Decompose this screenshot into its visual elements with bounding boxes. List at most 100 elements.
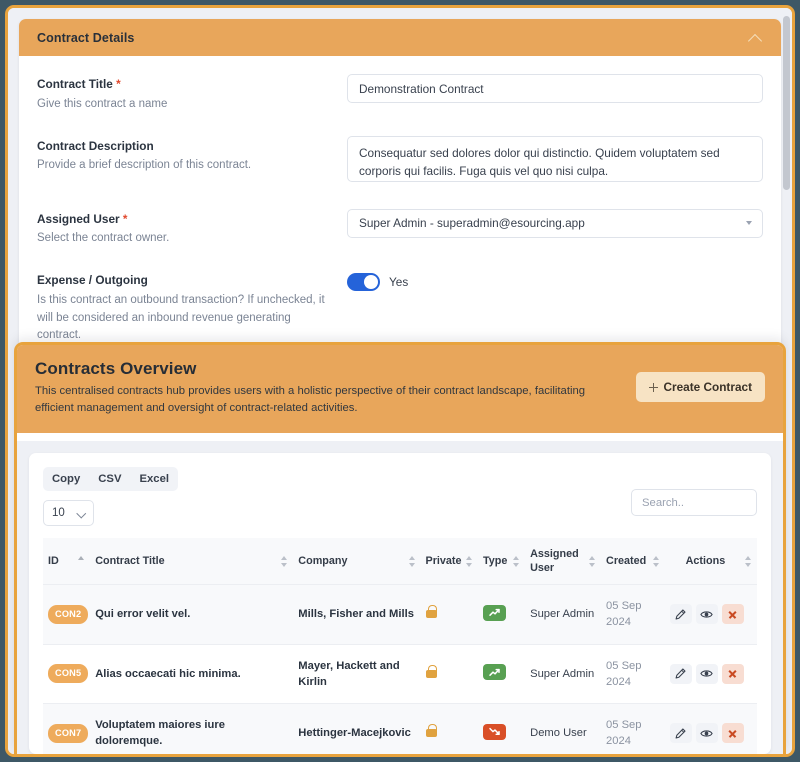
col-label: Contract Title [95, 555, 165, 568]
col-header-company[interactable]: Company [293, 538, 421, 586]
field-col [347, 208, 763, 238]
form-row-contract-title: Contract Title * Give this contract a na… [37, 74, 763, 114]
sort-asc-icon [78, 555, 85, 567]
copy-button[interactable]: Copy [43, 467, 89, 491]
table-row[interactable]: CON7 Voluptatem maiores iure doloremque. H… [43, 703, 757, 754]
lock-icon [425, 664, 437, 678]
col-label: Created [606, 555, 647, 568]
search-input[interactable] [631, 489, 757, 516]
assigned-user-select[interactable] [347, 208, 763, 238]
cell-company: Mills, Fisher and Mills [293, 584, 421, 645]
delete-icon[interactable] [721, 723, 744, 744]
table-row[interactable]: CON2 Qui error velit vel. Mills, Fisher an… [43, 584, 757, 645]
contract-id-badge: CON5 [48, 664, 89, 684]
field-label-text: Contract Title [37, 77, 113, 91]
contracts-overview-panel: Contracts Overview This centralised cont… [14, 342, 786, 754]
contract-description-textarea[interactable]: Consequatur sed dolores dolor qui distin… [347, 135, 763, 182]
view-icon[interactable] [695, 723, 718, 744]
cell-created: 05 Sep 2024 [601, 703, 665, 754]
col-label: ID [48, 555, 59, 568]
sort-icon [589, 555, 596, 567]
col-header-private[interactable]: Private [420, 538, 478, 586]
create-contract-button[interactable]: Create Contract [635, 372, 765, 402]
viewport: Contract Details Contract Title * Give t… [5, 5, 795, 757]
page-scrollbar-thumb[interactable] [783, 16, 790, 190]
contracts-table-region: Copy CSV Excel 10 Search.. ID Contract T… [17, 441, 783, 754]
contract-title-input[interactable] [347, 74, 763, 103]
trend-up-icon [482, 664, 506, 681]
trend-down-icon [482, 723, 506, 740]
field-label: Contract Description [37, 138, 154, 153]
view-icon[interactable] [695, 604, 718, 625]
contract-details-title: Contract Details [37, 30, 135, 45]
edit-icon[interactable] [669, 723, 692, 744]
col-header-type[interactable]: Type [477, 538, 526, 586]
table-header-row: ID Contract Title Company Private Type A… [43, 538, 757, 586]
col-header-id[interactable]: ID [43, 538, 91, 586]
contract-details-header[interactable]: Contract Details [19, 19, 781, 56]
field-label: Expense / Outgoing [37, 273, 148, 287]
cell-contract-title: Qui error velit vel. [90, 584, 294, 645]
col-label: Actions [685, 555, 726, 568]
cell-private [420, 584, 478, 645]
sort-icon [513, 555, 520, 567]
lock-icon [425, 605, 437, 619]
field-help: Give this contract a name [37, 97, 168, 110]
expense-outgoing-toggle-value: Yes [389, 275, 409, 289]
edit-icon[interactable] [669, 663, 692, 684]
edit-icon[interactable] [669, 604, 692, 625]
cell-id: CON2 [43, 584, 91, 645]
col-header-created[interactable]: Created [601, 538, 665, 586]
sort-icon [652, 555, 660, 567]
chevron-up-icon[interactable] [749, 34, 763, 42]
table-row[interactable]: CON5 Alias occaecati hic minima. Mayer, Ha… [43, 644, 757, 705]
field-label-text: Assigned User [37, 211, 120, 226]
page-length-value: 10 [52, 507, 65, 519]
col-header-contract-title[interactable]: Contract Title [90, 538, 294, 586]
col-label: Private [425, 555, 462, 568]
cell-type [477, 644, 526, 705]
cell-assigned-user: Demo User [525, 703, 602, 754]
label-col: Expense / Outgoing Is this contract an o… [37, 270, 347, 345]
page-title: Contracts Overview [35, 359, 197, 378]
chevron-down-icon [78, 510, 85, 517]
form-row-assigned-user: Assigned User * Select the contract owne… [37, 208, 763, 249]
contract-id-badge: CON7 [48, 723, 89, 743]
field-help: Select the contract owner. [37, 232, 170, 245]
csv-button[interactable]: CSV [89, 467, 130, 491]
expense-outgoing-toggle[interactable] [347, 273, 380, 291]
cell-type [477, 584, 526, 645]
excel-button[interactable]: Excel [130, 467, 178, 491]
expense-outgoing-toggle-row: Yes [347, 270, 763, 291]
sort-icon [465, 555, 473, 567]
required-asterisk: * [122, 211, 128, 226]
col-header-actions[interactable]: Actions [664, 538, 757, 586]
view-icon[interactable] [695, 663, 718, 684]
contracts-table-card: Copy CSV Excel 10 Search.. ID Contract T… [29, 453, 771, 754]
lock-icon [425, 724, 437, 738]
datatable-toolbar: Copy CSV Excel 10 [43, 467, 757, 526]
contract-id-badge: CON2 [48, 604, 89, 624]
col-label: Assigned User [530, 548, 579, 575]
cell-private [420, 703, 478, 754]
cell-created: 05 Sep 2024 [601, 584, 665, 645]
cell-actions [664, 584, 757, 645]
label-col: Contract Description Provide a brief des… [37, 136, 347, 176]
required-asterisk: * [116, 77, 121, 91]
sort-icon [745, 555, 752, 567]
label-col: Contract Title * Give this contract a na… [37, 74, 347, 114]
col-label: Type [482, 555, 508, 568]
field-help: Provide a brief description of this cont… [37, 159, 252, 172]
cell-type [477, 703, 526, 754]
field-help: Is this contract an outbound transaction… [37, 293, 325, 342]
page-length-select[interactable]: 10 [43, 500, 94, 526]
delete-icon[interactable] [721, 663, 744, 684]
contracts-table-body: CON2 Qui error velit vel. Mills, Fisher an… [43, 584, 757, 754]
delete-icon[interactable] [721, 604, 744, 625]
col-label: Company [298, 555, 348, 568]
col-header-assigned-user[interactable]: Assigned User [525, 538, 602, 586]
contracts-overview-heading-group: Contracts Overview This centralised cont… [35, 359, 613, 417]
cell-private [420, 644, 478, 705]
cell-id: CON5 [43, 644, 91, 705]
cell-contract-title: Alias occaecati hic minima. [90, 644, 294, 705]
